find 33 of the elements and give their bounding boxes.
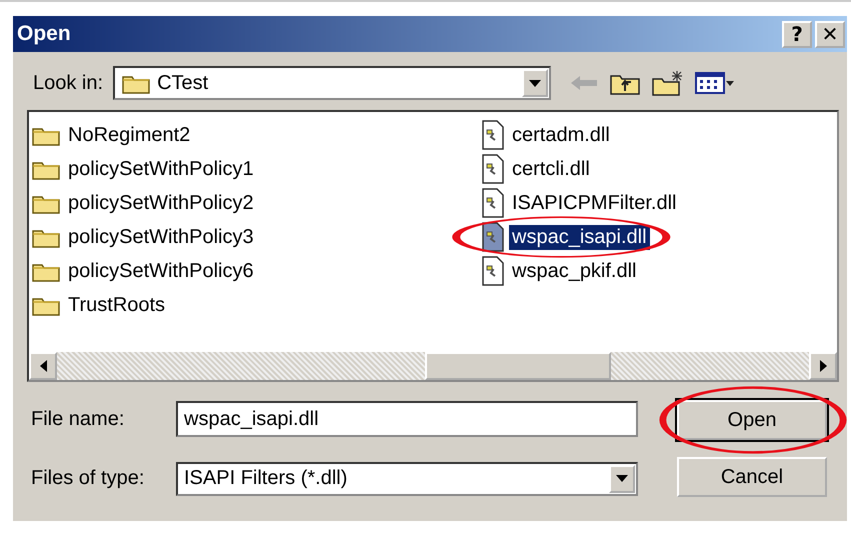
folder-item[interactable]: policySetWithPolicy2 — [65, 190, 257, 216]
horizontal-scrollbar[interactable] — [29, 352, 837, 380]
dll-file-icon — [481, 188, 505, 218]
dll-file-icon — [481, 222, 505, 252]
cancel-button[interactable]: Cancel — [677, 457, 827, 497]
help-button[interactable]: ? — [782, 20, 812, 48]
folder-item[interactable]: NoRegiment2 — [65, 122, 194, 148]
dll-file-icon — [481, 154, 505, 184]
file-type-label: Files of type: — [31, 467, 146, 490]
window-title: Open — [17, 22, 71, 46]
look-in-label: Look in: — [33, 72, 104, 94]
file-item[interactable]: ISAPICPMFilter.dll — [509, 190, 680, 216]
file-name-label: File name: — [31, 408, 126, 431]
file-item[interactable]: wspac_isapi.dll — [509, 224, 650, 250]
file-name-field[interactable]: wspac_isapi.dll — [176, 401, 638, 438]
close-button[interactable]: ✕ — [815, 20, 845, 48]
dll-file-icon — [481, 120, 505, 150]
file-item[interactable]: certcli.dll — [509, 156, 593, 182]
file-type-dropdown[interactable]: ISAPI Filters (*.dll) — [176, 462, 638, 496]
folder-item[interactable]: policySetWithPolicy1 — [65, 156, 257, 182]
list-view-icon — [695, 71, 736, 95]
look-in-dropdown[interactable]: CTest — [113, 66, 552, 100]
folder-item[interactable]: TrustRoots — [65, 292, 168, 318]
file-item[interactable]: wspac_pkif.dll — [509, 258, 640, 284]
open-button[interactable]: Open — [677, 400, 827, 440]
scroll-right-button[interactable] — [809, 352, 837, 380]
file-item[interactable]: certadm.dll — [509, 122, 613, 148]
folder-item[interactable]: policySetWithPolicy6 — [65, 258, 257, 284]
folder-item[interactable]: policySetWithPolicy3 — [65, 224, 257, 250]
dll-file-icon — [481, 256, 505, 286]
scroll-left-button[interactable] — [29, 352, 57, 380]
scrollbar-thumb[interactable] — [425, 352, 611, 380]
left-arrow-icon — [569, 73, 600, 93]
